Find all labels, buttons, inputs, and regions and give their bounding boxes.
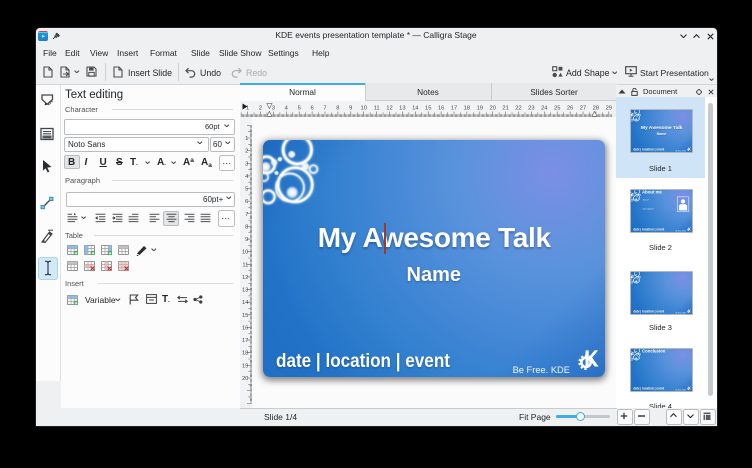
svg-text:13: 13: [242, 288, 248, 294]
svg-text:29: 29: [606, 106, 612, 112]
svg-text:8: 8: [336, 106, 339, 112]
svg-text:2: 2: [259, 106, 262, 112]
svg-text:13: 13: [399, 106, 405, 112]
svg-text:7: 7: [323, 106, 326, 112]
svg-text:3: 3: [245, 161, 248, 167]
svg-text:15: 15: [242, 313, 248, 319]
svg-text:18: 18: [464, 106, 470, 112]
svg-text:1: 1: [245, 136, 248, 142]
svg-text:17: 17: [451, 106, 457, 112]
svg-text:6: 6: [310, 106, 313, 112]
svg-text:24: 24: [541, 106, 548, 112]
svg-text:12: 12: [386, 106, 392, 112]
svg-text:19: 19: [242, 363, 248, 369]
svg-text:14: 14: [242, 300, 249, 306]
svg-text:22: 22: [515, 106, 521, 112]
svg-text:9: 9: [349, 106, 352, 112]
svg-text:19: 19: [477, 106, 483, 112]
svg-text:18: 18: [242, 351, 248, 357]
svg-text:16: 16: [438, 106, 444, 112]
svg-text:26: 26: [567, 106, 573, 112]
svg-text:6: 6: [245, 199, 248, 205]
svg-text:11: 11: [242, 262, 248, 268]
svg-text:11: 11: [374, 106, 380, 112]
svg-text:12: 12: [242, 275, 248, 281]
svg-text:16: 16: [242, 326, 248, 332]
svg-text:21: 21: [502, 106, 508, 112]
svg-text:8: 8: [245, 224, 248, 230]
svg-text:17: 17: [242, 338, 248, 344]
svg-text:10: 10: [242, 250, 248, 256]
svg-text:3: 3: [272, 106, 275, 112]
svg-text:2: 2: [245, 149, 248, 155]
svg-text:20: 20: [489, 106, 495, 112]
svg-text:10: 10: [360, 106, 366, 112]
svg-text:5: 5: [298, 106, 301, 112]
svg-text:15: 15: [425, 106, 431, 112]
svg-text:5: 5: [245, 187, 248, 193]
svg-text:9: 9: [245, 237, 248, 243]
svg-text:14: 14: [412, 106, 419, 112]
svg-text:20: 20: [242, 376, 248, 382]
svg-text:28: 28: [593, 106, 599, 112]
svg-text:7: 7: [245, 212, 248, 218]
svg-text:25: 25: [554, 106, 560, 112]
svg-text:23: 23: [528, 106, 534, 112]
svg-text:27: 27: [580, 106, 586, 112]
